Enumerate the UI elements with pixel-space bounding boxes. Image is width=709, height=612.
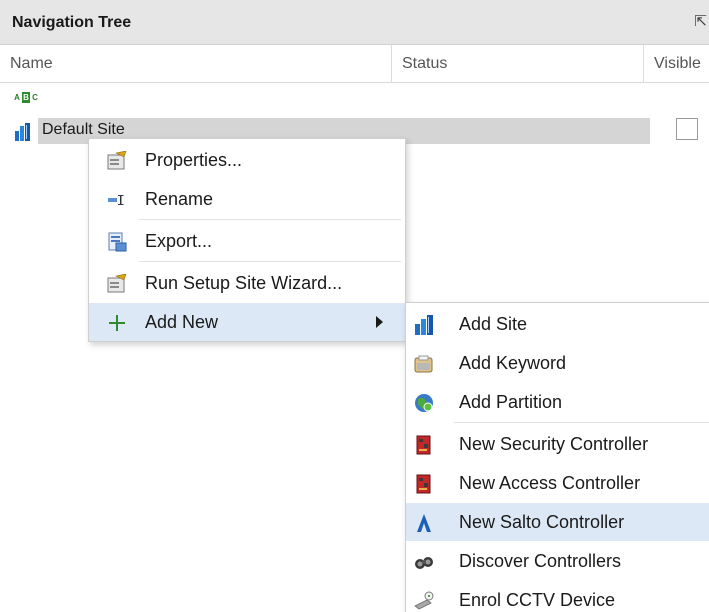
- submenu-item-label: Add Partition: [459, 392, 563, 412]
- menu-item-label: Add New: [145, 312, 219, 332]
- menu-item-label: Export...: [145, 231, 213, 251]
- menu-item-label: Run Setup Site Wizard...: [145, 273, 343, 293]
- pin-icon[interactable]: ⇱: [694, 12, 707, 30]
- menu-item-rename[interactable]: Rename: [89, 180, 405, 218]
- submenu-item-label: Discover Controllers: [459, 551, 622, 571]
- menu-item-label: Properties...: [145, 150, 243, 170]
- cctv-icon: [414, 591, 434, 610]
- menu-item-properties[interactable]: Properties...: [89, 141, 405, 179]
- panel-title: Navigation Tree: [12, 14, 132, 31]
- salto-icon: [417, 514, 431, 532]
- menu-item-label: Rename: [145, 189, 214, 209]
- add-new-submenu: Add Site Add Keyword Add Partition New S…: [405, 302, 709, 612]
- controller-icon: [416, 474, 431, 494]
- properties-icon: [107, 151, 127, 170]
- sort-letter-c: C: [32, 93, 38, 102]
- submenu-item-label: New Access Controller: [459, 473, 641, 493]
- menu-item-run-setup-site-wizard[interactable]: Run Setup Site Wizard...: [89, 264, 405, 302]
- wizard-icon: [107, 274, 127, 293]
- site-icon: [415, 315, 433, 335]
- partition-icon: [415, 394, 433, 412]
- submenu-separator: [454, 422, 709, 423]
- column-header-visible[interactable]: Visible: [644, 45, 709, 83]
- menu-separator: [139, 261, 401, 262]
- context-menu: Properties... Rename Export... Run Setup…: [88, 138, 406, 342]
- visible-checkbox[interactable]: [676, 118, 698, 140]
- submenu-item-new-access-controller[interactable]: New Access Controller: [406, 464, 709, 502]
- sort-letter-a: A: [14, 93, 20, 102]
- submenu-item-label: Add Keyword: [459, 353, 567, 373]
- submenu-item-discover-controllers[interactable]: Discover Controllers: [406, 542, 709, 580]
- submenu-item-add-keyword[interactable]: Add Keyword: [406, 344, 709, 382]
- column-header-status[interactable]: Status: [392, 45, 644, 83]
- submenu-item-label: New Security Controller: [459, 434, 649, 454]
- controller-icon: [416, 435, 431, 455]
- submenu-item-label: New Salto Controller: [459, 512, 625, 532]
- submenu-item-label: Enrol CCTV Device: [459, 590, 616, 610]
- column-headers: Name Status Visible: [0, 45, 709, 83]
- rename-icon: [108, 195, 124, 205]
- submenu-item-new-salto-controller[interactable]: New Salto Controller: [406, 503, 709, 541]
- menu-item-export[interactable]: Export...: [89, 222, 405, 260]
- column-header-name[interactable]: Name: [0, 45, 392, 83]
- export-icon: [108, 232, 127, 252]
- keyword-icon: [414, 355, 433, 373]
- sort-abc-icon[interactable]: A B C: [13, 92, 39, 103]
- tree-item-label: Default Site: [42, 121, 125, 138]
- submenu-arrow-icon: [376, 316, 383, 328]
- plus-icon: [109, 315, 125, 331]
- binoculars-icon: [415, 557, 433, 569]
- submenu-item-enrol-cctv-device[interactable]: Enrol CCTV Device: [406, 581, 709, 612]
- submenu-item-label: Add Site: [459, 314, 528, 334]
- menu-item-add-new[interactable]: Add New: [89, 303, 405, 341]
- submenu-item-add-partition[interactable]: Add Partition: [406, 383, 709, 421]
- submenu-item-add-site[interactable]: Add Site: [406, 305, 709, 343]
- sort-letter-b: B: [22, 92, 30, 103]
- submenu-item-new-security-controller[interactable]: New Security Controller: [406, 425, 709, 463]
- panel-header: Navigation Tree ⇱: [0, 0, 709, 45]
- menu-separator: [139, 219, 401, 220]
- site-icon: [15, 123, 30, 141]
